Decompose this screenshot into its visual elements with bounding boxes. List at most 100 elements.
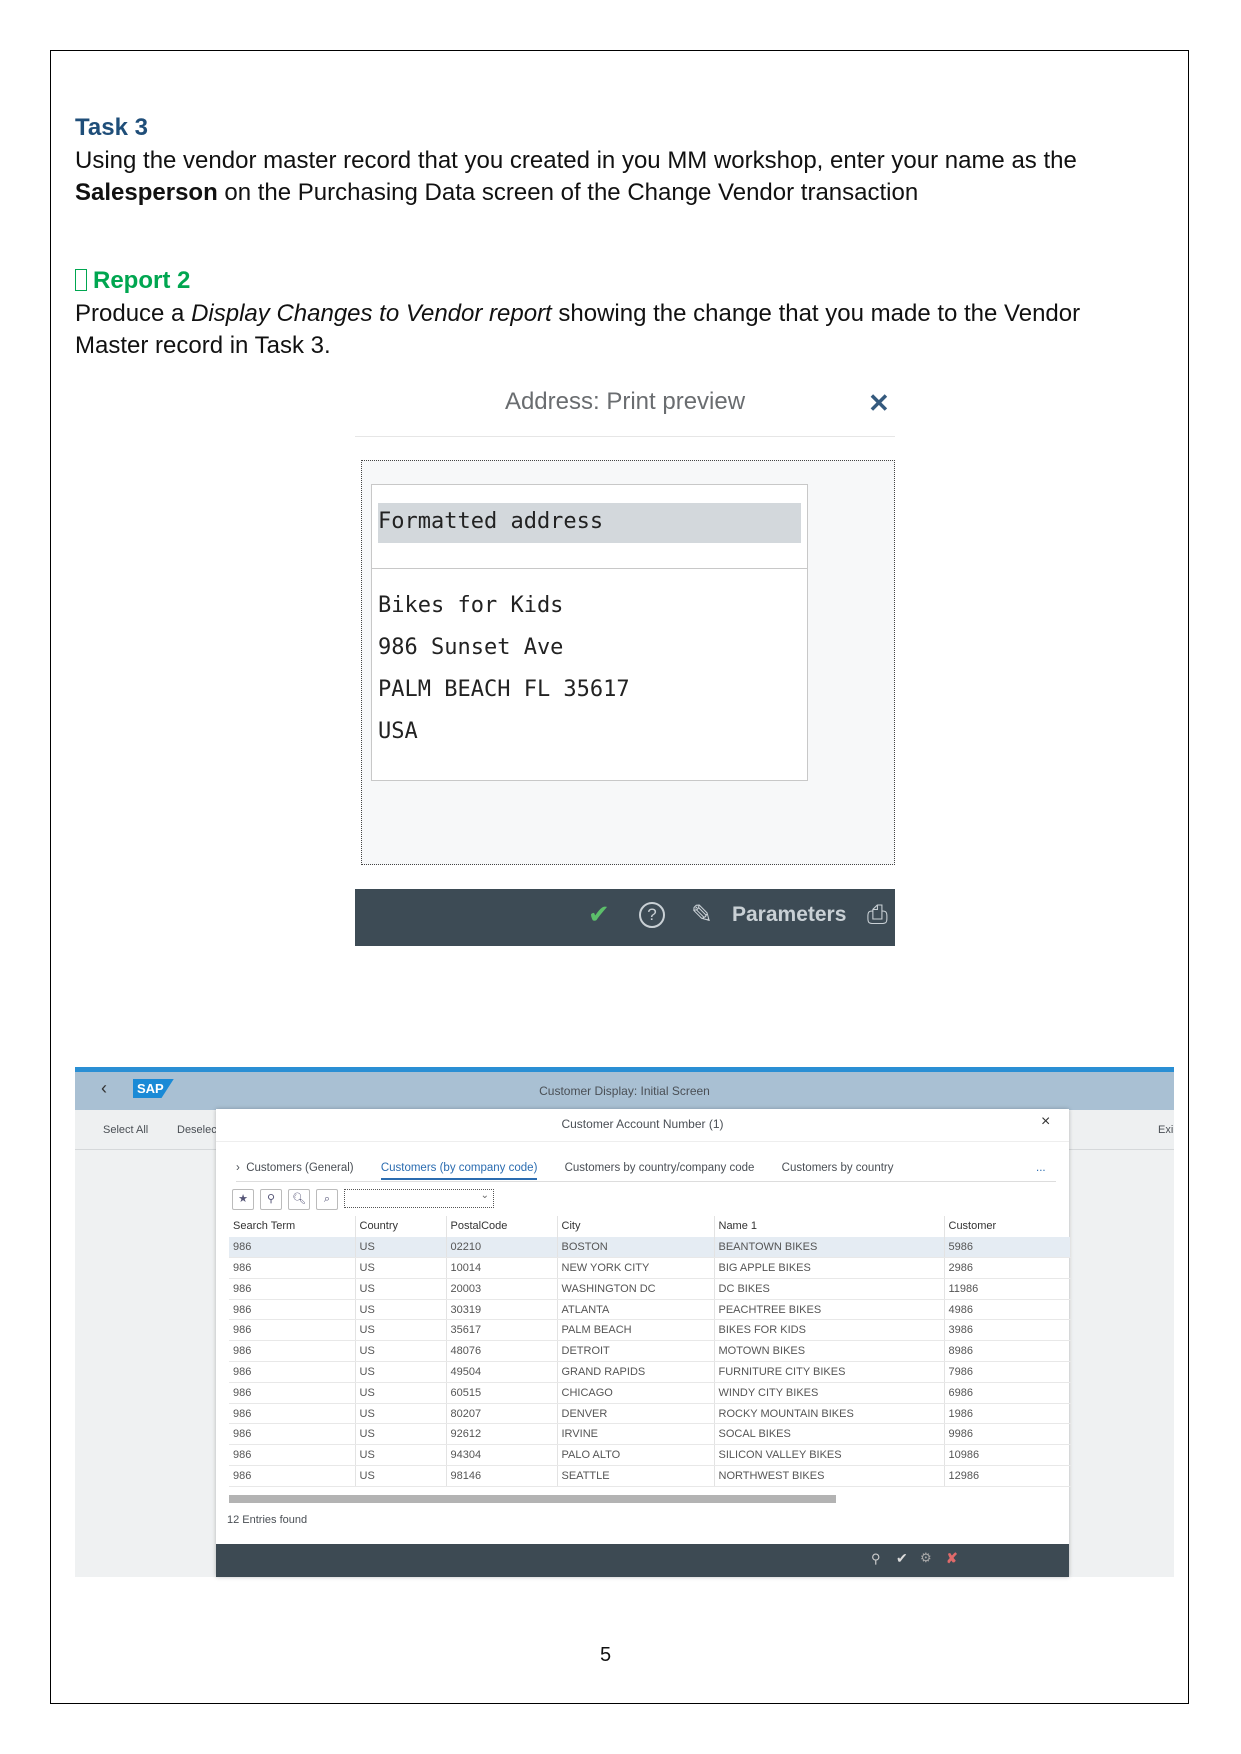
table-cell: US xyxy=(355,1403,447,1425)
close-icon[interactable]: × xyxy=(1041,1113,1050,1131)
table-cell: US xyxy=(355,1382,447,1404)
table-row[interactable]: 986 US 10014 NEW YORK CITY BIG APPLE BIKES 29… xyxy=(229,1257,1071,1279)
task-text: Using the vendor master record that you … xyxy=(75,147,1077,206)
table-cell: 30319 xyxy=(446,1299,558,1321)
horizontal-scrollbar[interactable] xyxy=(229,1495,836,1503)
sap-screenshot: ‹ SAP Customer Display: Initial Screen S… xyxy=(75,1067,1174,1577)
table-cell: US xyxy=(355,1236,447,1259)
address-line: PALM BEACH FL 35617 xyxy=(378,677,630,702)
table-cell: NORTHWEST BIKES xyxy=(714,1465,945,1487)
table-cell: 02210 xyxy=(446,1236,558,1259)
report-heading: Report 2 xyxy=(75,267,190,295)
print-preview-toolbar: ✔ ? ✎ Parameters ⎙ xyxy=(355,889,895,946)
table-cell: 12986 xyxy=(944,1465,1071,1487)
table-cell: SILICON VALLEY BIKES xyxy=(714,1444,945,1467)
tab-customers-by-company-code[interactable]: Customers (by company code) xyxy=(380,1162,538,1180)
entries-count: 12 Entries found xyxy=(227,1514,308,1526)
deselect-button[interactable]: Deselec xyxy=(177,1124,217,1136)
print-preview-title: Address: Print preview xyxy=(504,388,746,415)
table-cell: 92612 xyxy=(446,1423,558,1446)
table-cell: 986 xyxy=(229,1444,356,1467)
table-cell: MOTOWN BIKES xyxy=(714,1340,945,1363)
table-cell: 60515 xyxy=(446,1382,558,1404)
search-plus-icon[interactable]: ⌕ xyxy=(316,1189,338,1210)
table-cell: 986 xyxy=(229,1319,356,1342)
table-cell: 986 xyxy=(229,1403,356,1425)
table-cell: SOCAL BIKES xyxy=(714,1423,945,1446)
address-box: Formatted address Bikes for Kids 986 Sun… xyxy=(371,484,808,781)
key-icon[interactable]: ⚲ xyxy=(260,1189,282,1210)
variant-dropdown[interactable]: ⌄ xyxy=(344,1189,494,1208)
column-header[interactable]: Name 1 xyxy=(714,1216,945,1237)
table-row[interactable]: 986 US 98146 SEATTLE NORTHWEST BIKES 12986 xyxy=(229,1465,1071,1487)
table-cell: 10014 xyxy=(446,1257,558,1279)
column-header[interactable]: City xyxy=(557,1216,715,1237)
table-cell: WINDY CITY BIKES xyxy=(714,1382,945,1404)
table-cell: US xyxy=(355,1299,447,1321)
table-cell: ATLANTA xyxy=(557,1299,715,1321)
table-row[interactable]: 986 US 92612 IRVINE SOCAL BIKES 9986 xyxy=(229,1423,1071,1446)
table-cell: FURNITURE CITY BIKES xyxy=(714,1361,945,1383)
table-row[interactable]: 986 US 35617 PALM BEACH BIKES FOR KIDS 3986 xyxy=(229,1319,1071,1342)
table-cell: 986 xyxy=(229,1278,356,1300)
table-cell: 3986 xyxy=(944,1319,1071,1342)
address-line: 986 Sunset Ave xyxy=(378,635,564,660)
search-icon[interactable]: 🔍︎ xyxy=(288,1189,310,1210)
table-cell: US xyxy=(355,1340,447,1363)
address-line: Bikes for Kids xyxy=(378,593,564,618)
column-header[interactable]: PostalCode xyxy=(446,1216,558,1237)
table-row[interactable]: 986 US 94304 PALO ALTO SILICON VALLEY BIKES 1… xyxy=(229,1444,1071,1467)
tab-customers-by-country-company-code[interactable]: Customers by country/company code xyxy=(565,1162,755,1174)
select-all-button[interactable]: Select All xyxy=(103,1124,148,1136)
pencil-icon[interactable]: ✎ xyxy=(691,899,713,930)
print-icon[interactable]: ⎙ xyxy=(867,899,888,931)
task-heading: Task 3 xyxy=(75,114,148,141)
tab-customers-general[interactable]: Customers (General) xyxy=(246,1162,353,1174)
table-cell: 8986 xyxy=(944,1340,1071,1363)
results-table: Search Term Country PostalCode City Name… xyxy=(229,1216,1071,1487)
table-row[interactable]: 986 US 02210 BOSTON BEANTOWN BIKES 5986 xyxy=(229,1236,1071,1259)
parameters-button[interactable]: Parameters xyxy=(732,903,846,927)
table-cell: US xyxy=(355,1361,447,1383)
table-cell: US xyxy=(355,1278,447,1300)
table-cell: 9986 xyxy=(944,1423,1071,1446)
table-cell: GRAND RAPIDS xyxy=(557,1361,715,1383)
column-header[interactable]: Customer xyxy=(944,1216,1071,1237)
table-cell: 7986 xyxy=(944,1361,1071,1383)
more-tabs-button[interactable]: ... xyxy=(1036,1162,1046,1174)
table-cell: NEW YORK CITY xyxy=(557,1257,715,1279)
table-cell: 986 xyxy=(229,1257,356,1279)
checkmark-icon[interactable]: ✔ xyxy=(588,899,610,930)
table-cell: 6986 xyxy=(944,1382,1071,1404)
expand-icon[interactable]: › xyxy=(236,1162,243,1174)
table-row[interactable]: 986 US 48076 DETROIT MOTOWN BIKES 8986 xyxy=(229,1340,1071,1363)
close-icon[interactable]: ✕ xyxy=(868,388,890,419)
favorite-icon[interactable]: ★ xyxy=(232,1189,254,1210)
table-cell: 986 xyxy=(229,1465,356,1487)
table-row[interactable]: 986 US 30319 ATLANTA PEACHTREE BIKES 4986 xyxy=(229,1299,1071,1321)
settings-icon[interactable]: ⚙ xyxy=(920,1550,932,1566)
search-icon[interactable]: ⚲ xyxy=(871,1551,881,1567)
table-cell: 986 xyxy=(229,1340,356,1363)
table-cell: US xyxy=(355,1444,447,1467)
table-row[interactable]: 986 US 49504 GRAND RAPIDS FURNITURE CITY BIK… xyxy=(229,1361,1071,1383)
table-row[interactable]: 986 US 80207 DENVER ROCKY MOUNTAIN BIKES 1986 xyxy=(229,1403,1071,1425)
table-cell: PEACHTREE BIKES xyxy=(714,1299,945,1321)
exit-button[interactable]: Exi xyxy=(1158,1124,1173,1136)
table-cell: 35617 xyxy=(446,1319,558,1342)
checkbox-icon xyxy=(75,269,87,291)
cancel-icon[interactable]: ✘ xyxy=(946,1550,958,1567)
table-row[interactable]: 986 US 20003 WASHINGTON DC DC BIKES 11986 xyxy=(229,1278,1071,1300)
column-header[interactable]: Country xyxy=(355,1216,447,1237)
table-header: Search Term Country PostalCode City Name… xyxy=(229,1216,1071,1237)
page-number: 5 xyxy=(600,1644,612,1666)
help-icon[interactable]: ? xyxy=(639,902,665,928)
table-cell: 94304 xyxy=(446,1444,558,1467)
table-row[interactable]: 986 US 60515 CHICAGO WINDY CITY BIKES 6986 xyxy=(229,1382,1071,1404)
checkmark-icon[interactable]: ✔ xyxy=(896,1550,908,1567)
print-preview-area: Formatted address Bikes for Kids 986 Sun… xyxy=(361,460,895,865)
table-cell: BOSTON xyxy=(557,1236,715,1259)
tab-customers-by-country[interactable]: Customers by country xyxy=(782,1162,894,1174)
column-header[interactable]: Search Term xyxy=(229,1216,356,1237)
table-cell: 49504 xyxy=(446,1361,558,1383)
